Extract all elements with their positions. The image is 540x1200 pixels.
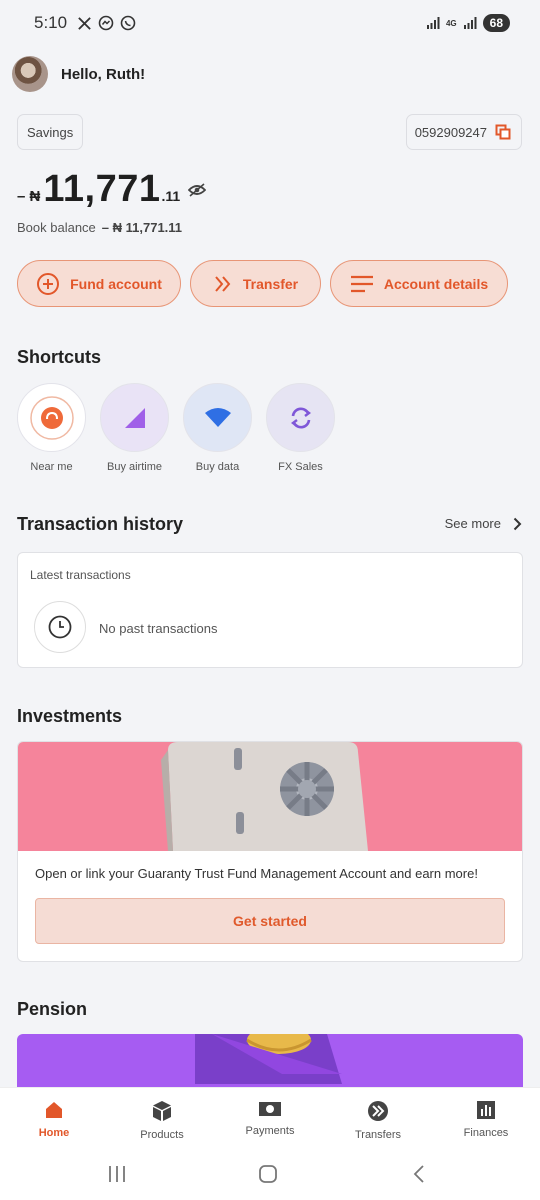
latest-transactions-title: Latest transactions	[30, 568, 131, 582]
account-number-chip[interactable]: 0592909247	[405, 114, 522, 150]
status-bar: 5:10 4G 68	[0, 0, 540, 46]
bottom-nav: Home Products Payments Transfers Finance…	[0, 1087, 540, 1159]
recent-apps-icon[interactable]	[107, 1165, 127, 1183]
shortcut-fx-sales-label: FX Sales	[278, 461, 323, 473]
account-type-chip[interactable]: Savings	[17, 114, 84, 150]
balance-decimal: .11	[161, 188, 181, 204]
home-icon	[46, 1102, 62, 1118]
exchange-icon	[290, 407, 311, 428]
nav-finances-label: Finances	[463, 1127, 509, 1139]
investments-card: Open or link your Guaranty Trust Fund Ma…	[17, 741, 523, 962]
nav-payments-label: Payments	[245, 1125, 295, 1137]
nav-products-label: Products	[140, 1129, 184, 1141]
status-time: 5:10	[34, 13, 68, 32]
clock-icon-wrapper	[34, 601, 86, 653]
wifi-icon	[204, 407, 231, 427]
chart-icon	[477, 1101, 495, 1119]
shortcut-buy-data-circle	[183, 383, 252, 452]
shortcut-buy-data[interactable]: Buy data	[183, 383, 252, 473]
signal-strength-icon-2	[463, 17, 477, 29]
shortcut-buy-airtime[interactable]: Buy airtime	[100, 383, 169, 473]
nav-transfers-label: Transfers	[354, 1129, 402, 1141]
shortcut-fx-sales-circle	[266, 383, 335, 452]
copy-icon[interactable]	[495, 124, 511, 140]
eye-icon[interactable]	[188, 182, 207, 197]
clock-icon	[48, 615, 72, 639]
x-icon	[78, 16, 91, 30]
shortcut-buy-data-label: Buy data	[195, 461, 240, 473]
battery-level: 68	[482, 14, 510, 32]
signal-strength-icon	[426, 17, 440, 29]
no-transactions-text: No past transactions	[99, 621, 218, 636]
book-balance-label: Book balance	[17, 220, 96, 235]
greeting-row: Hello, Ruth!	[12, 56, 145, 92]
shortcut-near-me-circle	[17, 383, 86, 452]
home-button-icon[interactable]	[258, 1164, 278, 1184]
location-icon	[29, 395, 74, 440]
transactions-card: Latest transactions No past transactions	[17, 552, 523, 668]
transfer-button[interactable]: Transfer	[190, 260, 321, 307]
double-chevron-icon	[215, 275, 231, 292]
book-balance: Book balance – ₦ 11,771.11	[17, 220, 182, 235]
fund-account-button[interactable]: Fund account	[17, 260, 181, 307]
box-icon	[153, 1101, 171, 1121]
safe-illustration	[161, 742, 368, 851]
action-buttons: Fund account Transfer Account details	[17, 260, 508, 307]
see-more-label: See more	[444, 516, 501, 531]
plus-circle-icon	[37, 272, 60, 295]
whatsapp-icon	[120, 15, 136, 31]
account-type-label: Savings	[27, 124, 74, 140]
pension-banner[interactable]	[17, 1034, 523, 1094]
nav-finances[interactable]: Finances	[432, 1088, 540, 1159]
shortcut-near-me[interactable]: Near me	[17, 383, 86, 473]
nav-home-label: Home	[38, 1127, 70, 1139]
shortcut-buy-airtime-circle	[100, 383, 169, 452]
account-details-label: Account details	[383, 275, 489, 292]
shortcut-buy-airtime-label: Buy airtime	[106, 461, 163, 473]
avatar[interactable]	[12, 56, 48, 92]
nav-products[interactable]: Products	[108, 1088, 216, 1159]
book-balance-value: – ₦ 11,771.11	[101, 220, 183, 235]
back-icon[interactable]	[412, 1164, 426, 1184]
investments-title: Investments	[17, 706, 123, 726]
piggy-illustration	[195, 1034, 342, 1084]
greeting-text: Hello, Ruth!	[61, 65, 146, 83]
investment-description: Open or link your Guaranty Trust Fund Ma…	[35, 866, 478, 881]
account-details-button[interactable]: Account details	[330, 260, 508, 307]
chevron-right-icon	[513, 517, 522, 530]
messenger-icon	[98, 15, 114, 31]
status-right: 4G 68	[426, 14, 510, 32]
fund-account-label: Fund account	[70, 275, 162, 292]
balance-display: – ₦ 11,771 .11	[17, 168, 207, 211]
transfer-label: Transfer	[242, 275, 299, 292]
see-more-link[interactable]: See more	[445, 516, 522, 531]
shortcuts-row: Near me Buy airtime Buy data FX Sales	[17, 383, 335, 473]
network-type: 4G	[445, 18, 457, 28]
nav-payments[interactable]: Payments	[216, 1088, 324, 1159]
account-number: 0592909247	[414, 124, 487, 140]
balance-currency: – ₦	[17, 188, 41, 205]
transaction-history-title: Transaction history	[17, 514, 184, 534]
system-nav-bar	[0, 1159, 540, 1200]
shortcut-fx-sales[interactable]: FX Sales	[266, 383, 335, 473]
nav-transfers[interactable]: Transfers	[324, 1088, 432, 1159]
transfer-icon	[368, 1101, 388, 1121]
balance-amount: 11,771	[43, 168, 161, 210]
get-started-button[interactable]: Get started	[35, 898, 505, 944]
shortcuts-title: Shortcuts	[17, 347, 102, 367]
investment-banner	[18, 742, 522, 851]
nav-home[interactable]: Home	[0, 1088, 108, 1159]
cash-icon	[259, 1102, 281, 1116]
pension-title: Pension	[17, 999, 88, 1019]
shortcut-near-me-label: Near me	[30, 461, 73, 473]
notification-icons	[77, 15, 136, 31]
lines-icon	[350, 275, 373, 292]
signal-icon	[124, 407, 145, 428]
get-started-label: Get started	[233, 913, 307, 929]
